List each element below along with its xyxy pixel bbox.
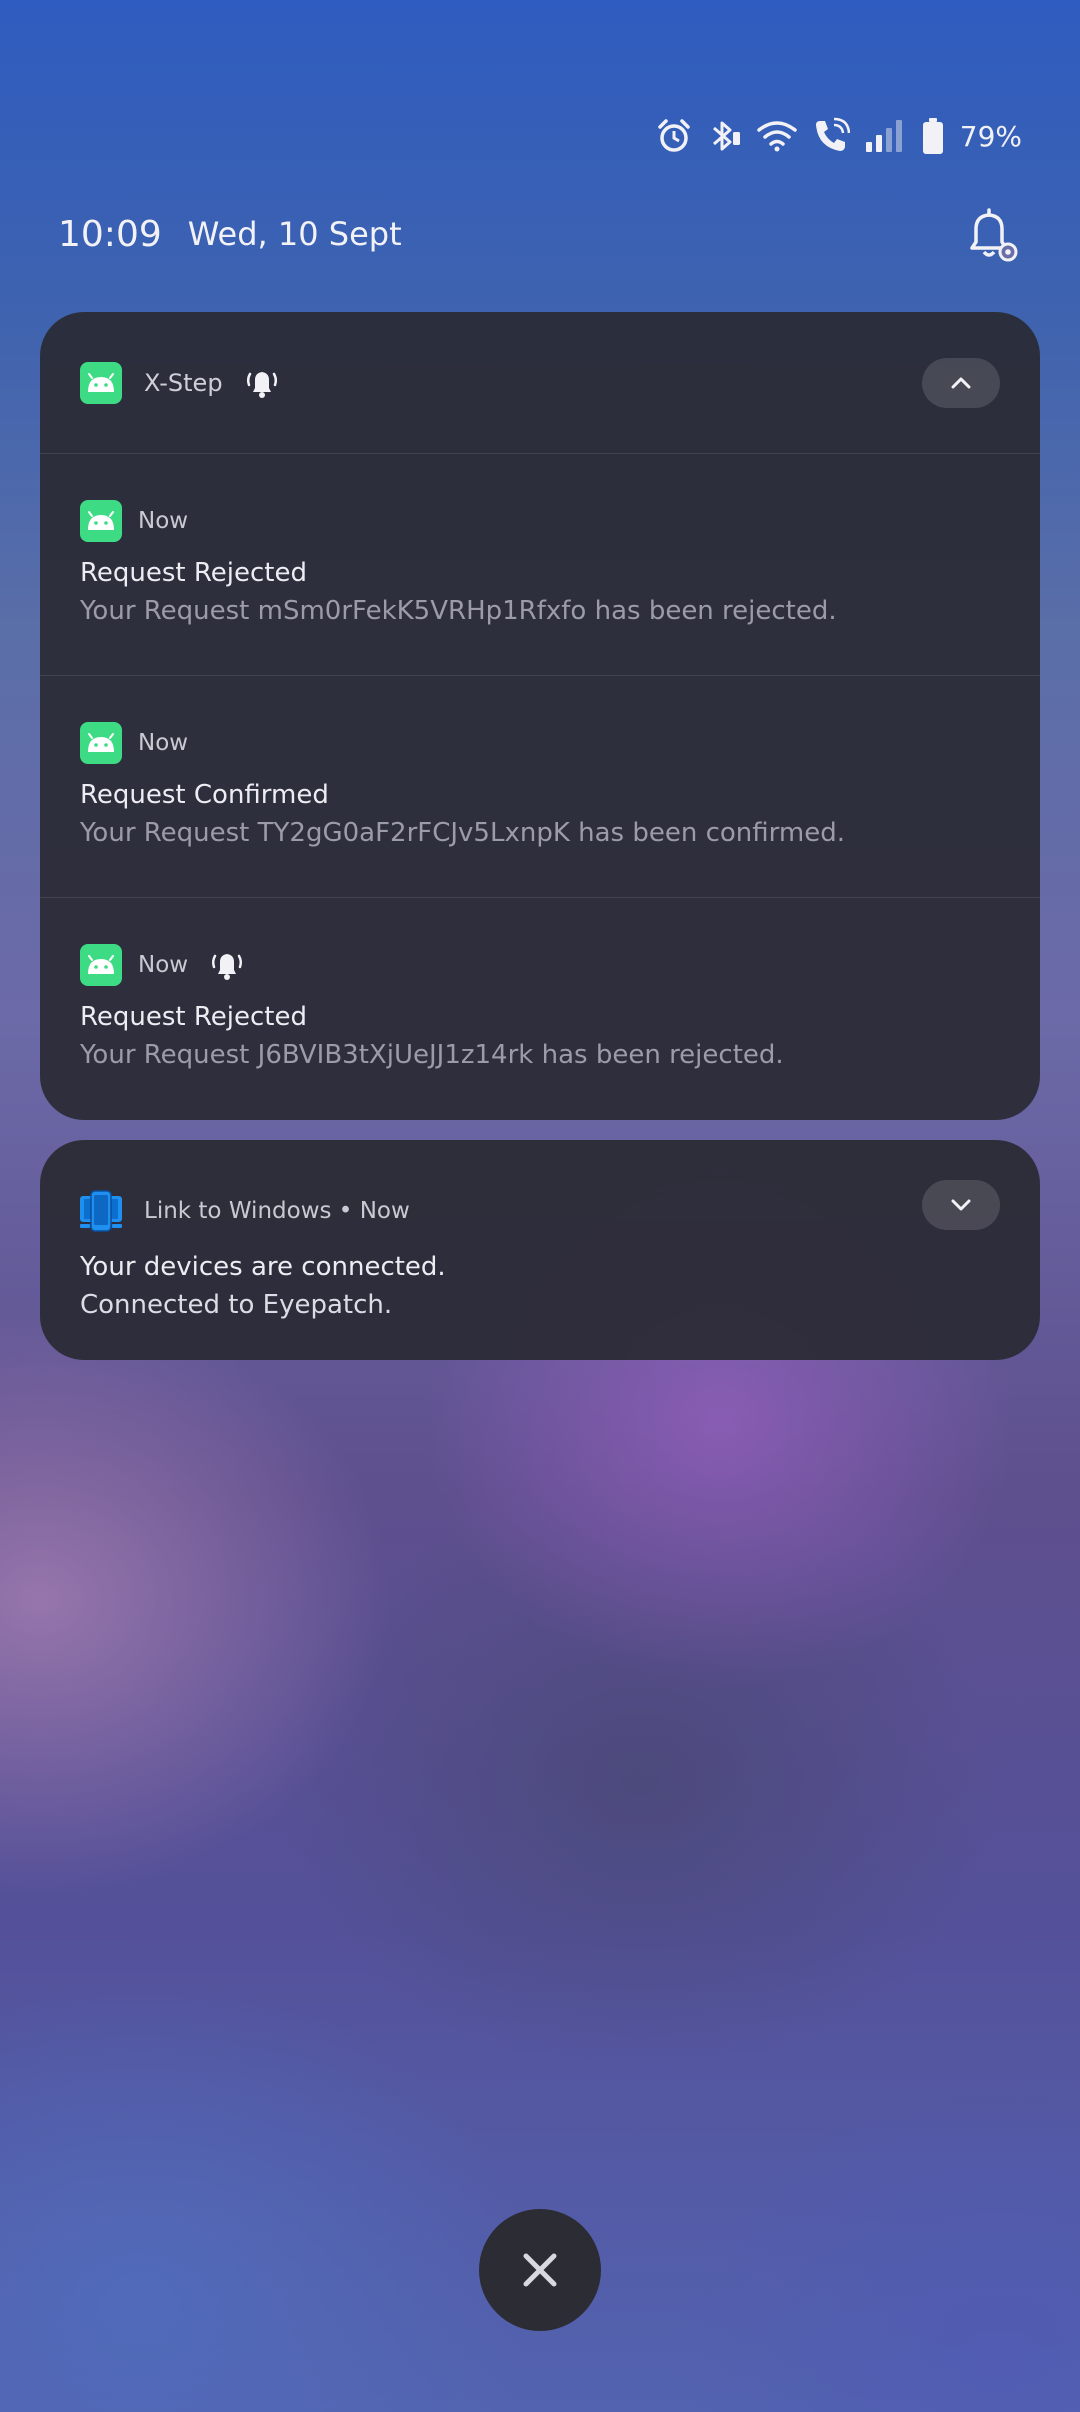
link-message-title: Your devices are connected.: [80, 1252, 446, 1282]
link-message-text: Connected to Eyepatch.: [80, 1290, 393, 1320]
notification-settings-icon[interactable]: [958, 202, 1022, 266]
link-app-name: Link to Windows: [144, 1198, 332, 1224]
notification-item[interactable]: Now Request Confirmed Your Request TY2gG…: [40, 676, 1040, 898]
notification-text: Your Request J6BVIB3tXjUeJJ1z14rk has be…: [80, 1040, 784, 1070]
xstep-notification-group[interactable]: X-Step Now Request Rejected Your Request…: [40, 312, 1040, 1120]
shade-header: 10:09 Wed, 10 Sept: [58, 204, 1022, 264]
battery-percent: 79%: [959, 119, 1022, 153]
alerting-bell-icon: [246, 371, 277, 398]
close-icon: [523, 2253, 557, 2287]
date[interactable]: Wed, 10 Sept: [188, 215, 402, 253]
signal-icon: [865, 120, 902, 152]
bluetooth-icon: [712, 121, 740, 151]
link-to-windows-icon: [80, 1190, 122, 1232]
status-bar: 79%: [656, 112, 1022, 160]
android-app-icon: [80, 944, 122, 986]
notification-text: Your Request mSm0rFekK5VRHp1Rfxfo has be…: [80, 596, 837, 626]
chevron-down-icon: [951, 1199, 971, 1211]
alerting-bell-icon: [212, 954, 243, 980]
notification-text: Your Request TY2gG0aF2rFCJv5LxnpK has be…: [80, 818, 845, 848]
chevron-up-icon: [951, 377, 971, 389]
alarm-icon: [658, 119, 690, 152]
group-header[interactable]: X-Step: [40, 312, 1040, 454]
android-app-icon: [80, 361, 122, 404]
notification-item[interactable]: Now Request Rejected Your Request J6BVIB…: [40, 898, 1040, 1120]
link-app-meta: Link to Windows • Now: [144, 1198, 410, 1224]
android-app-icon: [80, 500, 122, 542]
notification-time: Now: [138, 952, 189, 978]
collapse-button[interactable]: [922, 358, 1000, 408]
wifi-icon: [757, 121, 797, 152]
notification-title: Request Rejected: [80, 1002, 307, 1032]
android-app-icon: [80, 722, 122, 764]
clock[interactable]: 10:09: [58, 214, 162, 255]
expand-button[interactable]: [922, 1180, 1000, 1230]
clear-all-button[interactable]: [479, 2209, 601, 2331]
group-app-name: X-Step: [144, 368, 223, 397]
notification-title: Request Rejected: [80, 558, 307, 588]
notification-item[interactable]: Now Request Rejected Your Request mSm0rF…: [40, 454, 1040, 676]
link-to-windows-notification[interactable]: Link to Windows • Now Your devices are c…: [40, 1140, 1040, 1360]
notification-time: Now: [138, 508, 189, 534]
battery-icon: [922, 118, 943, 154]
link-time: Now: [359, 1198, 410, 1224]
notification-time: Now: [138, 730, 189, 756]
notification-title: Request Confirmed: [80, 780, 329, 810]
meta-separator: •: [338, 1198, 353, 1224]
wifi-calling-icon: [815, 117, 850, 151]
